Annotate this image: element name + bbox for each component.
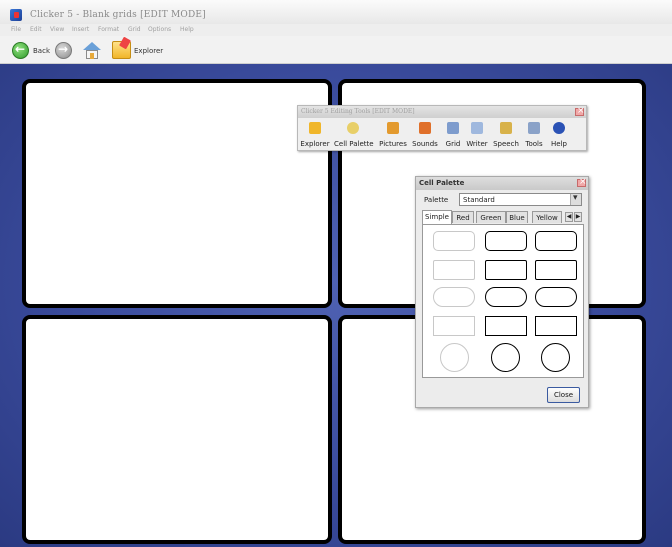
explorer-button-label[interactable]: Explorer <box>134 47 163 55</box>
tools-icon <box>528 122 540 134</box>
tab-simple[interactable]: Simple <box>422 210 452 224</box>
shape-swatch[interactable] <box>440 343 469 372</box>
cell-palette-titlebar[interactable]: Cell Palette <box>416 177 588 190</box>
shape-swatch[interactable] <box>485 260 527 280</box>
shape-swatch[interactable] <box>535 231 577 251</box>
cell-palette-title: Cell Palette <box>419 179 465 187</box>
tab-red[interactable]: Red <box>452 211 474 223</box>
menu-edit[interactable]: Edit <box>30 26 42 33</box>
editing-tools-titlebar[interactable]: Clicker 5 Editing Tools [EDIT MODE] <box>298 106 586 118</box>
speech-icon <box>500 122 512 134</box>
title-bar: Clicker 5 - Blank grids [EDIT MODE] <box>0 0 672 24</box>
tab-blue[interactable]: Blue <box>506 211 528 223</box>
menu-format[interactable]: Format <box>98 26 119 33</box>
close-icon[interactable] <box>575 106 585 116</box>
menu-insert[interactable]: Insert <box>72 26 89 33</box>
shape-swatch[interactable] <box>485 231 527 251</box>
tool-explorer[interactable]: Explorer <box>300 120 330 150</box>
tool-tools[interactable]: Tools <box>522 120 546 150</box>
shape-swatch-area <box>422 224 584 378</box>
back-arrow-icon[interactable] <box>12 42 29 59</box>
shape-swatch[interactable] <box>433 260 475 280</box>
writer-icon <box>471 122 483 134</box>
close-button[interactable]: Close <box>547 387 580 403</box>
tool-cell-palette[interactable]: Cell Palette <box>334 120 374 150</box>
menu-help[interactable]: Help <box>180 26 194 33</box>
shape-swatch[interactable] <box>485 287 527 307</box>
menu-view[interactable]: View <box>50 26 64 33</box>
menu-grid[interactable]: Grid <box>128 26 141 33</box>
tool-sounds[interactable]: Sounds <box>410 120 440 150</box>
palette-label: Palette <box>424 196 449 204</box>
explorer-icon <box>309 122 321 134</box>
editing-tools-window[interactable]: Clicker 5 Editing Tools [EDIT MODE] Expl… <box>297 105 587 151</box>
shape-swatch[interactable] <box>433 231 475 251</box>
shape-swatch[interactable] <box>535 287 577 307</box>
home-icon[interactable] <box>82 41 102 60</box>
shape-swatch[interactable] <box>535 316 577 336</box>
shape-swatch[interactable] <box>535 260 577 280</box>
tool-grid[interactable]: Grid <box>442 120 464 150</box>
menu-file[interactable]: File <box>11 26 21 33</box>
chevron-down-icon[interactable] <box>570 193 581 205</box>
forward-arrow-icon[interactable] <box>55 42 72 59</box>
cell-palette-window[interactable]: Cell Palette Palette Standard Simple Red… <box>415 176 589 408</box>
tab-yellow[interactable]: Yellow <box>532 211 562 223</box>
shape-swatch[interactable] <box>433 316 475 336</box>
editing-tools-title: Clicker 5 Editing Tools [EDIT MODE] <box>301 108 415 115</box>
shape-swatch[interactable] <box>485 316 527 336</box>
tab-scroll-left-icon[interactable]: ◀ <box>565 212 573 222</box>
palette-select[interactable]: Standard <box>459 193 582 206</box>
explorer-icon[interactable] <box>112 41 131 59</box>
shape-swatch[interactable] <box>433 287 475 307</box>
tool-speech[interactable]: Speech <box>491 120 521 150</box>
tab-green[interactable]: Green <box>476 211 506 223</box>
palette-select-value: Standard <box>463 196 495 204</box>
window-title: Clicker 5 - Blank grids [EDIT MODE] <box>30 10 206 20</box>
shape-swatch[interactable] <box>541 343 570 372</box>
pictures-icon <box>387 122 399 134</box>
grid-cell-bottom-left[interactable] <box>22 315 332 544</box>
grid-icon <box>447 122 459 134</box>
tool-help[interactable]: Help <box>548 120 570 150</box>
menu-options[interactable]: Options <box>148 26 171 33</box>
tool-pictures[interactable]: Pictures <box>378 120 408 150</box>
cell-palette-icon <box>347 122 359 134</box>
clicker-app-icon <box>10 9 22 21</box>
close-icon[interactable] <box>577 177 587 187</box>
sounds-icon <box>419 122 431 134</box>
back-button-label[interactable]: Back <box>33 47 50 55</box>
shape-swatch[interactable] <box>491 343 520 372</box>
tab-scroll-right-icon[interactable]: ▶ <box>574 212 582 222</box>
tool-writer[interactable]: Writer <box>464 120 490 150</box>
grid-cell-top-left[interactable] <box>22 79 332 308</box>
help-icon <box>553 122 565 134</box>
menu-bar: File Edit View Insert Format Grid Option… <box>0 24 672 36</box>
